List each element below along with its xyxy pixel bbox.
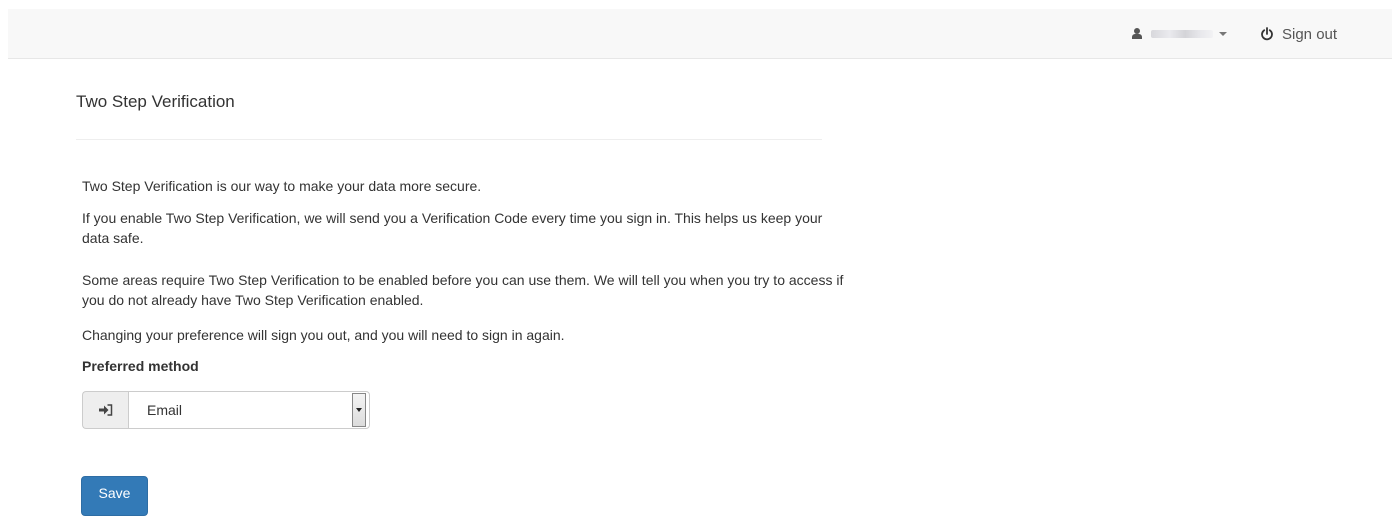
power-icon [1261, 27, 1273, 41]
preferred-method-select[interactable]: Email [128, 391, 370, 429]
sign-out-label: Sign out [1282, 25, 1338, 43]
sign-out-notice-paragraph: Changing your preference will sign you o… [82, 327, 565, 343]
preferred-method-label: Preferred method [82, 358, 199, 374]
top-navbar: •••••• Sign out [8, 9, 1392, 59]
chevron-down-icon[interactable] [352, 393, 366, 427]
user-icon [1131, 28, 1143, 40]
sign-out-link[interactable]: Sign out [1260, 9, 1337, 59]
title-divider [76, 139, 822, 140]
page-title: Two Step Verification [76, 92, 235, 111]
user-name: •••••• [1151, 30, 1213, 38]
method-addon [82, 391, 128, 429]
preferred-method-group: Email [82, 391, 370, 429]
intro-paragraph: Two Step Verification is our way to make… [82, 178, 482, 194]
caret-down-icon [1219, 32, 1227, 36]
areas-paragraph: Some areas require Two Step Verification… [82, 272, 844, 308]
info-paragraph: If you enable Two Step Verification, we … [82, 210, 823, 246]
user-menu-dropdown[interactable]: •••••• [1131, 9, 1227, 59]
preferred-method-value: Email [147, 402, 183, 418]
save-button[interactable]: Save [81, 476, 148, 516]
sign-in-icon [98, 404, 112, 416]
